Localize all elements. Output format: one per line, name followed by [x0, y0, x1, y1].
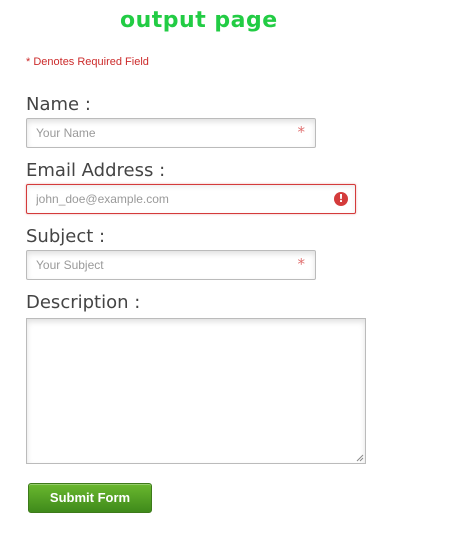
error-exclamation-icon: !: [334, 192, 348, 206]
submit-form-button[interactable]: Submit Form: [28, 483, 152, 513]
required-asterisk-icon: *: [297, 123, 306, 141]
required-field-note: * Denotes Required Field: [26, 56, 149, 68]
name-input[interactable]: [27, 119, 315, 147]
subject-label: Subject :: [26, 226, 106, 247]
description-field-wrapper: [26, 318, 366, 464]
subject-input[interactable]: [27, 251, 315, 279]
description-label: Description :: [26, 292, 141, 313]
name-label: Name :: [26, 94, 91, 115]
name-field-wrapper: *: [26, 118, 316, 148]
subject-field-wrapper: *: [26, 250, 316, 280]
description-textarea[interactable]: [27, 319, 365, 463]
email-field-wrapper: !: [26, 184, 356, 214]
email-input[interactable]: [27, 185, 355, 213]
resize-handle-icon[interactable]: [356, 454, 364, 462]
page-title: output page: [120, 8, 278, 33]
email-label: Email Address :: [26, 160, 166, 181]
required-asterisk-icon: *: [297, 255, 306, 273]
